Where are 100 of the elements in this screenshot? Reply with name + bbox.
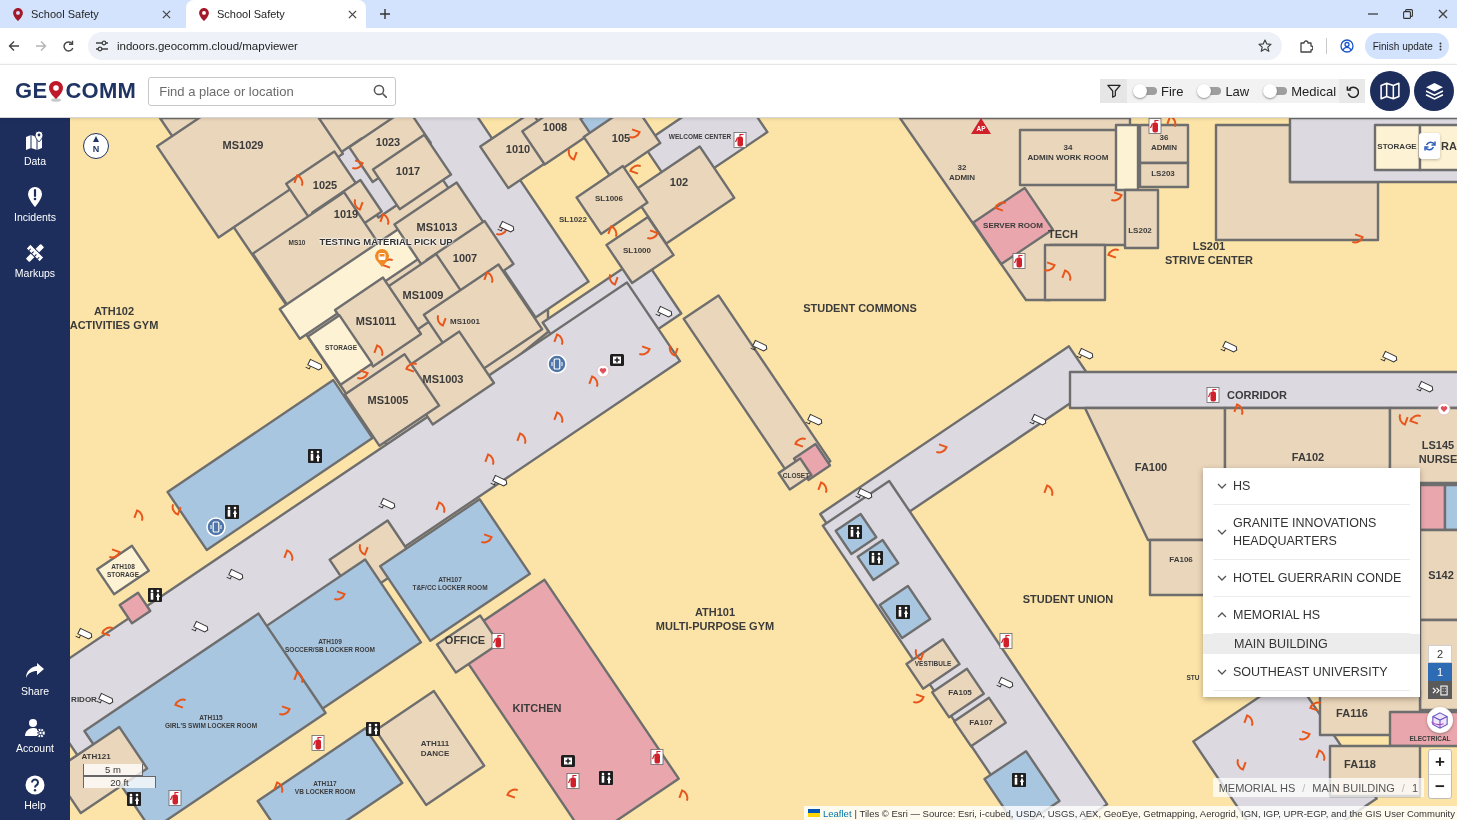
room-label: FA106 xyxy=(1169,555,1193,565)
map-pin-icon xyxy=(25,131,45,151)
close-icon[interactable] xyxy=(1438,9,1448,19)
room-label: SL1000 xyxy=(623,246,651,256)
door-icon xyxy=(480,533,493,544)
browser-tab[interactable]: School Safety xyxy=(186,0,366,28)
fire-extinguisher-icon xyxy=(168,790,182,806)
toggle-switch[interactable] xyxy=(1133,84,1157,98)
sidebar-item[interactable]: Share xyxy=(0,661,70,697)
building-menu-item[interactable]: HS xyxy=(1213,468,1410,505)
door-icon xyxy=(668,344,679,357)
sliders-icon[interactable] xyxy=(96,40,108,52)
toggle-switch[interactable] xyxy=(1197,84,1222,98)
logo-text: COMM xyxy=(65,78,137,104)
browser-tab[interactable]: School Safety xyxy=(0,0,180,28)
update-button[interactable]: Finish update xyxy=(1365,33,1449,59)
door-icon xyxy=(358,543,369,556)
zoom-in-button[interactable]: + xyxy=(1429,750,1451,774)
breadcrumb-item[interactable]: MAIN BUILDING xyxy=(1312,781,1395,794)
door-icon xyxy=(1398,413,1409,426)
room-label: 1010 xyxy=(505,143,531,157)
door-icon xyxy=(283,549,294,562)
door-icon xyxy=(994,201,1007,212)
logo-text: GE xyxy=(15,78,48,104)
restroom-icon xyxy=(127,792,141,806)
breadcrumb-separator: / xyxy=(1401,781,1405,794)
room-label: CORRIDOR xyxy=(1227,389,1287,403)
room-label: 1007 xyxy=(452,252,478,266)
fire-extinguisher-icon xyxy=(733,132,747,148)
arrow-left-icon[interactable] xyxy=(8,40,20,52)
breadcrumb-item[interactable]: MEMORIAL HS xyxy=(1218,781,1296,794)
door-icon xyxy=(273,781,284,794)
door-icon xyxy=(1315,749,1326,762)
room-label: LS202 xyxy=(1128,226,1152,236)
sidebar-item[interactable]: Help xyxy=(0,775,70,811)
room-label: LS201 STRIVE CENTER xyxy=(1165,240,1253,268)
door-icon xyxy=(629,164,642,175)
close-icon[interactable] xyxy=(162,9,171,19)
door-icon xyxy=(607,225,618,238)
room-label: MS1005 xyxy=(367,394,409,408)
breadcrumb-item[interactable]: 1 xyxy=(1411,781,1418,794)
breadcrumb-separator: / xyxy=(1302,781,1306,794)
fire-extinguisher-icon xyxy=(999,633,1013,649)
door-icon xyxy=(912,693,925,704)
door-icon xyxy=(608,273,619,286)
filter-button[interactable] xyxy=(1100,79,1127,103)
floor-button[interactable]: 2 xyxy=(1428,645,1452,663)
door-icon xyxy=(506,788,519,799)
zoom-out-button[interactable]: − xyxy=(1429,773,1451,798)
reload-icon[interactable] xyxy=(62,40,74,52)
restore-icon[interactable] xyxy=(1403,9,1413,19)
restroom-icon xyxy=(308,449,322,463)
fire-extinguisher-icon xyxy=(566,773,580,789)
close-icon[interactable] xyxy=(348,9,357,19)
layers-button[interactable] xyxy=(1414,71,1454,111)
attribution-link[interactable]: Leaflet xyxy=(823,807,852,819)
door-icon xyxy=(108,548,121,559)
refresh-button[interactable] xyxy=(1419,133,1440,159)
door-icon xyxy=(678,789,689,802)
room-label: 1019 xyxy=(333,208,359,222)
building-switch-button[interactable] xyxy=(1428,681,1452,699)
security-camera-icon xyxy=(497,220,515,233)
door-icon xyxy=(1409,414,1422,425)
room-label: MS1009 xyxy=(402,289,444,303)
address-field[interactable]: indoors.geocomm.cloud/mapviewer xyxy=(88,32,1283,60)
reset-button[interactable] xyxy=(1339,79,1365,103)
room-area xyxy=(931,667,985,719)
door-icon xyxy=(133,509,144,522)
filter-label: Medical xyxy=(1291,83,1337,99)
search-field[interactable]: Find a place or location xyxy=(148,76,397,106)
room-label: 34 ADMIN WORK ROOM xyxy=(1027,143,1109,163)
room-label: 1025 xyxy=(312,179,338,193)
room-label: SL1022 xyxy=(559,215,587,225)
toggle-switch[interactable] xyxy=(1263,84,1288,98)
door-icon xyxy=(914,648,925,661)
fire-extinguisher-icon xyxy=(1148,118,1162,134)
building-menu-item[interactable]: SOUTHEAST UNIVERSITY xyxy=(1213,654,1410,691)
plus-icon[interactable] xyxy=(380,9,390,19)
sidebar-item[interactable]: Incidents xyxy=(0,187,70,223)
star-icon[interactable] xyxy=(1258,39,1273,53)
room-label: LS145 NURSE xyxy=(1418,439,1457,467)
security-camera-icon xyxy=(305,358,323,371)
locker-room-area xyxy=(1443,483,1457,532)
profile-icon[interactable] xyxy=(1340,39,1355,53)
sidebar-item[interactable]: Account xyxy=(0,718,70,754)
room-area xyxy=(953,696,1007,748)
room-label: FA105 xyxy=(948,688,972,698)
door-icon xyxy=(1236,758,1247,771)
filter-label: Fire xyxy=(1161,83,1184,99)
sidebar-item[interactable]: Data xyxy=(0,131,70,167)
sidebar-item[interactable]: Markups xyxy=(0,243,70,279)
building-menu-item[interactable]: GRANITE INNOVATIONS HEADQUARTERS xyxy=(1213,505,1410,560)
puzzle-icon[interactable] xyxy=(1299,39,1314,53)
building-menu-item[interactable]: HOTEL GUERRARIN CONDE xyxy=(1213,560,1410,597)
building-sub-item[interactable]: MAIN BUILDING xyxy=(1203,634,1420,654)
basemap-button[interactable] xyxy=(1370,71,1410,111)
fire-extinguisher-icon xyxy=(650,749,664,765)
door-icon xyxy=(1298,730,1311,741)
door-icon xyxy=(351,159,364,170)
floor-button[interactable]: 1 xyxy=(1428,663,1452,681)
